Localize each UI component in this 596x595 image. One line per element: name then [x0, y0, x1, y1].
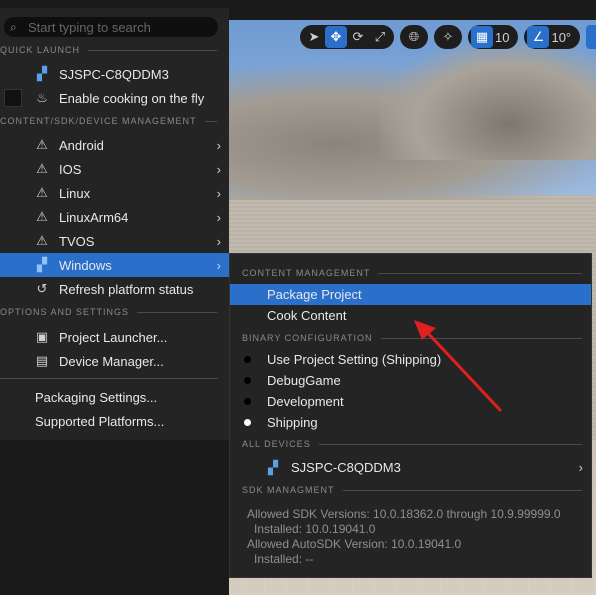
grid-snap-group: ▦ 10 [468, 25, 519, 49]
search-placeholder: Start typing to search [28, 19, 151, 35]
section-binary-configuration: BINARY CONFIGURATION [242, 330, 582, 346]
packaging-settings[interactable]: Packaging Settings... [35, 385, 157, 409]
world-local-group: 🌐︎ [400, 25, 428, 49]
launcher-icon: ▣ [35, 329, 49, 344]
globe-icon[interactable]: 🌐︎ [403, 26, 425, 48]
warning-icon: ⚠ [36, 233, 48, 248]
radio-icon [244, 377, 251, 384]
refresh-platform-status[interactable]: ↺ Refresh platform status [0, 277, 229, 301]
section-options: OPTIONS AND SETTINGS [0, 304, 229, 320]
warning-icon: ⚠ [36, 209, 48, 224]
windows-device-icon: ▞ [268, 459, 278, 475]
package-project[interactable]: Package Project [230, 284, 591, 305]
chevron-right-icon: › [216, 257, 221, 273]
platform-tvos[interactable]: ⚠ TVOS › [0, 229, 229, 253]
chevron-right-icon: › [216, 185, 221, 201]
platform-ios[interactable]: ⚠ IOS › [0, 157, 229, 181]
platforms-menu: ⌕ Start typing to search QUICK LAUNCH ▞ … [0, 8, 229, 440]
warning-icon: ⚠ [36, 161, 48, 176]
chevron-right-icon: › [216, 137, 221, 153]
windows-icon: ▞ [37, 257, 47, 272]
divider [0, 378, 218, 379]
angle-icon[interactable]: ∠ [527, 26, 550, 48]
section-quick-launch: QUICK LAUNCH [0, 42, 229, 58]
config-development[interactable]: Development [230, 391, 591, 412]
warning-icon: ⚠ [36, 137, 48, 152]
autosdk-installed: Installed: -- [254, 552, 314, 566]
radio-icon [244, 398, 251, 405]
section-content-sdk: CONTENT/SDK/DEVICE MANAGEMENT [0, 113, 229, 129]
config-debuggame[interactable]: DebugGame [230, 370, 591, 391]
radio-icon [244, 356, 251, 363]
viewport-toolbar: ➤ ✥ ⟳ ⤢ 🌐︎ ✧ ▦ 10 ∠ 10° [300, 25, 586, 49]
search-icon: ⌕ [10, 19, 17, 34]
device-item[interactable]: ▞ SJSPC-C8QDDM3 › [230, 457, 591, 478]
enable-cooking-toggle[interactable]: ♨ Enable cooking on the fly [0, 86, 229, 110]
toolbar-overflow-button[interactable] [586, 25, 596, 49]
rotate-icon[interactable]: ⟳ [347, 26, 369, 48]
transform-tools: ➤ ✥ ⟳ ⤢ [300, 25, 394, 49]
grid-snap-value[interactable]: 10 [493, 30, 515, 45]
supported-platforms[interactable]: Supported Platforms... [35, 409, 164, 433]
project-launcher[interactable]: ▣ Project Launcher... [0, 325, 229, 349]
chevron-right-icon: › [578, 460, 583, 475]
surface-snap-group: ✧ [434, 25, 462, 49]
config-shipping[interactable]: Shipping [230, 412, 591, 433]
device-manager[interactable]: ▤ Device Manager... [0, 349, 229, 373]
grid-snap-icon[interactable]: ▦ [471, 26, 493, 48]
cooking-pot-icon: ♨ [36, 90, 48, 105]
refresh-icon: ↺ [36, 281, 48, 296]
sdk-allowed-versions: Allowed SDK Versions: 10.0.18362.0 throu… [247, 507, 561, 521]
cook-content[interactable]: Cook Content [230, 305, 591, 326]
select-icon[interactable]: ➤ [303, 26, 325, 48]
section-content-management: CONTENT MANAGEMENT [242, 265, 582, 281]
windows-device-icon: ▞ [37, 66, 47, 81]
config-use-project-setting[interactable]: Use Project Setting (Shipping) [230, 349, 591, 370]
autosdk-allowed-version: Allowed AutoSDK Version: 10.0.19041.0 [247, 537, 462, 551]
rotation-snap-value[interactable]: 10° [549, 30, 577, 45]
section-all-devices: ALL DEVICES [242, 436, 582, 452]
chevron-right-icon: › [216, 161, 221, 177]
cooking-checkbox[interactable] [4, 89, 22, 107]
surface-snap-icon[interactable]: ✧ [437, 26, 459, 48]
device-manager-icon: ▤ [35, 353, 49, 368]
chevron-right-icon: › [216, 209, 221, 225]
quick-launch-device[interactable]: ▞ SJSPC-C8QDDM3 [0, 62, 229, 86]
platform-linux[interactable]: ⚠ Linux › [0, 181, 229, 205]
chevron-right-icon: › [216, 233, 221, 249]
search-box[interactable]: ⌕ Start typing to search [4, 17, 218, 37]
platform-linuxarm64[interactable]: ⚠ LinuxArm64 › [0, 205, 229, 229]
platform-windows[interactable]: ▞ Windows › [0, 253, 229, 277]
section-sdk-management: SDK MANAGMENT [242, 482, 582, 498]
platform-android[interactable]: ⚠ Android › [0, 133, 229, 157]
radio-selected-icon [244, 419, 251, 426]
sdk-installed: Installed: 10.0.19041.0 [254, 522, 376, 536]
windows-submenu: CONTENT MANAGEMENT Package Project Cook … [229, 253, 592, 578]
warning-icon: ⚠ [36, 185, 48, 200]
rotation-snap-group: ∠ 10° [524, 25, 581, 49]
dune [379, 40, 596, 160]
scale-icon[interactable]: ⤢ [369, 26, 391, 48]
translate-icon[interactable]: ✥ [325, 26, 347, 48]
